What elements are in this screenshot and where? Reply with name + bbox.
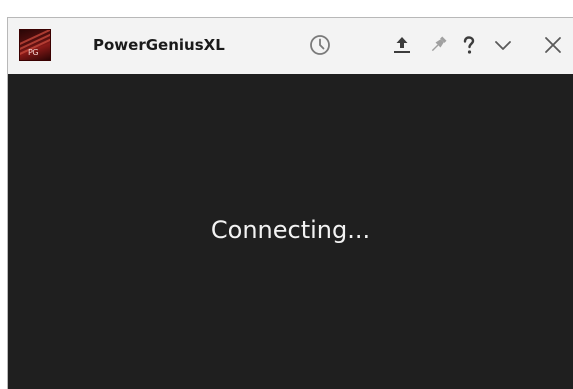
close-icon <box>545 37 561 53</box>
pin-button[interactable] <box>424 31 452 59</box>
minimize-button[interactable] <box>489 31 517 59</box>
window-title: PowerGeniusXL <box>93 36 225 54</box>
title-bar[interactable]: PG PowerGeniusXL <box>8 18 573 74</box>
help-icon <box>463 36 475 54</box>
main-content: Connecting... <box>8 74 573 389</box>
history-button[interactable] <box>306 31 334 59</box>
close-button[interactable] <box>539 31 567 59</box>
chevron-down-icon <box>495 41 511 50</box>
powergenius-logo-icon: PG <box>19 29 51 61</box>
help-button[interactable] <box>455 31 483 59</box>
logo-text: PG <box>28 48 39 57</box>
app-window: PG PowerGeniusXL Connecting... <box>7 17 573 389</box>
connection-status: Connecting... <box>210 216 371 244</box>
upload-icon <box>394 37 410 53</box>
upload-button[interactable] <box>388 31 416 59</box>
pin-icon <box>431 36 447 52</box>
history-icon <box>310 35 330 55</box>
